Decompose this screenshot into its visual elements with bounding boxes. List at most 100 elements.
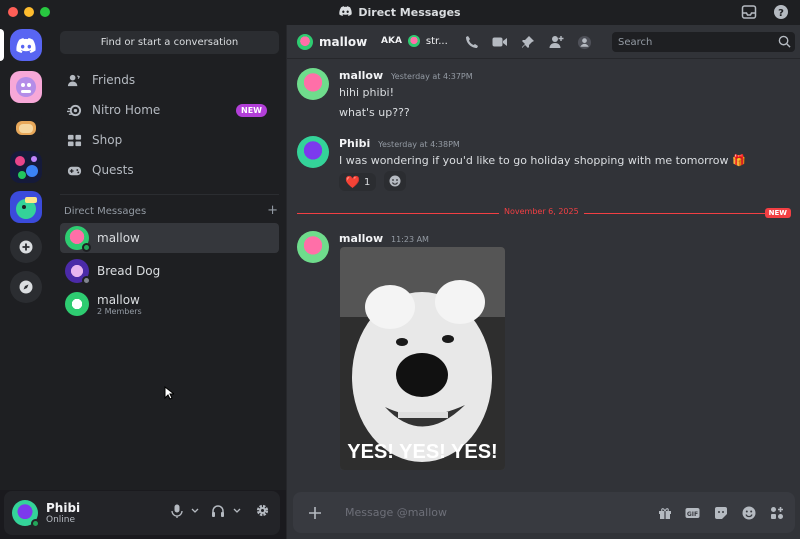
microphone-icon[interactable] [171,504,183,518]
add-reaction-button[interactable] [384,171,407,191]
add-server-button[interactable] [10,231,42,263]
avatar [65,226,91,252]
dm-section-title: Direct Messages [64,206,147,217]
header-username[interactable]: mallow [319,35,367,49]
sticker-icon[interactable] [712,504,729,521]
emoji-icon[interactable] [740,504,757,521]
search-input[interactable]: Search [612,32,795,52]
heart-icon: ❤️ [345,175,360,189]
nav-friends[interactable]: Friends [60,66,279,94]
message-composer: Message @mallow GIF [293,492,795,533]
header-avatar [297,33,313,50]
aka-avatar [407,35,420,47]
attach-plus-button[interactable] [305,503,325,523]
aka-name[interactable]: str... [426,36,448,47]
pin-icon[interactable] [520,34,536,50]
user-profile-icon[interactable] [576,34,592,50]
server-icon-3[interactable] [10,151,42,183]
dog-image [340,247,505,470]
reaction-count: 1 [363,176,371,188]
window-title-text: Direct Messages [358,6,461,19]
server-icon-1[interactable] [10,71,42,103]
dm-item-group-mallow[interactable]: mallow 2 Members [60,289,279,319]
nav-nitro-home[interactable]: Nitro Home NEW [60,96,279,124]
minimize-window-button[interactable] [24,7,34,17]
apps-icon[interactable] [768,504,785,521]
selected-indicator [0,29,4,61]
chat-area: mallow AKA str... Search mallow Yesterda… [286,25,800,539]
message-author[interactable]: mallow [339,232,383,245]
message-timestamp: 11:23 AM [390,235,429,244]
message-text: I was wondering if you'd like to go holi… [339,154,746,167]
voice-call-icon[interactable] [464,34,480,50]
group-avatar [65,292,89,316]
dm-sidebar: Find or start a conversation Friends Nit… [52,25,286,490]
message-text: hihi phibi! [339,86,395,99]
svg-text:GIF: GIF [687,511,698,518]
window-title: Direct Messages [339,6,461,19]
user-name: Phibi [46,501,81,515]
reaction-heart[interactable]: ❤️ 1 [339,173,377,191]
user-avatar[interactable] [12,500,40,528]
dm-item-bread-dog[interactable]: Bread Dog [60,256,279,286]
server-icon-bread[interactable] [10,111,42,143]
discover-button[interactable] [10,271,42,303]
find-conversation-button[interactable]: Find or start a conversation [60,31,279,54]
search-icon [778,35,791,51]
message-author[interactable]: mallow [339,69,383,82]
create-dm-button[interactable]: + [267,204,278,217]
nav-friends-label: Friends [92,73,136,87]
nav-quests[interactable]: Quests [60,156,279,184]
nav-shop[interactable]: Shop [60,126,279,154]
gift-icon[interactable] [656,504,673,521]
discord-logo-icon [339,6,353,19]
message-avatar[interactable] [297,136,329,168]
chat-header: mallow AKA str... Search [287,25,800,59]
server-icon-4[interactable] [10,191,42,223]
svg-text:?: ? [778,8,784,19]
aka-label: AKA [381,36,402,46]
sidebar-divider [60,194,279,195]
user-status: Online [46,515,76,525]
title-bar: Direct Messages ? [0,0,800,25]
headphones-icon[interactable] [211,504,225,518]
message-timestamp: Yesterday at 4:37PM [390,72,473,81]
home-button[interactable] [10,29,42,61]
chevron-down-icon[interactable] [233,508,241,514]
gear-icon[interactable] [255,503,270,518]
date-label: November 6, 2025 [499,207,584,216]
help-icon[interactable]: ? [772,3,790,21]
mouse-cursor-icon [164,385,176,403]
gif-attachment[interactable]: YES! YES! YES! [340,247,505,470]
avatar [65,259,91,285]
message-avatar[interactable] [297,68,329,100]
new-messages-tag: NEW [764,208,791,218]
inbox-icon[interactable] [740,3,758,21]
quests-icon [66,162,82,178]
add-friends-icon[interactable] [548,34,564,50]
user-panel: Phibi Online [4,491,280,535]
new-badge: NEW [236,103,267,117]
chevron-down-icon[interactable] [191,508,199,514]
shop-icon [66,132,82,148]
maximize-window-button[interactable] [40,7,50,17]
message-input[interactable]: Message @mallow [345,506,447,519]
server-rail [0,25,52,490]
video-call-icon[interactable] [492,34,508,50]
dm-section-header: Direct Messages + [64,204,278,217]
gif-icon[interactable]: GIF [684,504,701,521]
dm-member-count: 2 Members [97,306,142,316]
dm-item-mallow[interactable]: mallow [60,223,279,253]
nav-nitro-label: Nitro Home [92,103,161,117]
online-status-icon [31,519,40,528]
dm-name: mallow [97,231,140,245]
nitro-icon [66,102,82,118]
message-author[interactable]: Phibi [339,137,370,150]
close-window-button[interactable] [8,7,18,17]
nav-shop-label: Shop [92,133,123,147]
window-controls [8,7,50,17]
message-avatar[interactable] [297,231,329,263]
offline-status-icon [82,276,91,285]
date-separator: November 6, 2025 NEW [297,207,791,218]
aka-section: AKA str... [381,35,448,47]
